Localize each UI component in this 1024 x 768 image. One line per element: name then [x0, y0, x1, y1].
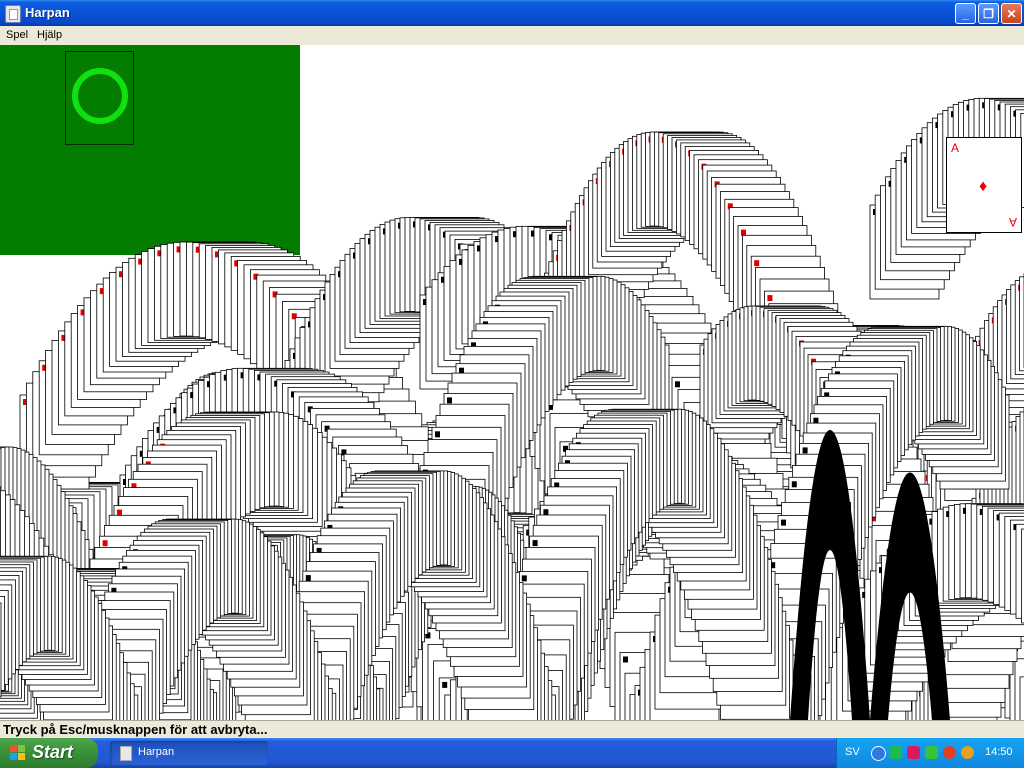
card-suit-mark — [623, 656, 628, 663]
taskbar-item-label: Harpan — [138, 746, 175, 758]
minimize-button[interactable]: _ — [955, 3, 976, 24]
clock: 14:50 — [985, 746, 1013, 758]
close-button[interactable]: ✕ — [1001, 3, 1022, 24]
taskbar: Start Harpan SV 14:50 — [0, 738, 1024, 768]
card-suit-mark — [543, 509, 549, 516]
window-title: Harpan — [25, 5, 70, 20]
card-suit-mark — [741, 229, 746, 236]
ace-of-diamonds-card: A ♦ A — [946, 137, 1022, 233]
tray-arrow-icon[interactable] — [871, 746, 886, 761]
tray-update-icon[interactable] — [961, 746, 974, 759]
start-label: Start — [32, 742, 74, 762]
start-button[interactable]: Start — [0, 738, 98, 768]
status-bar: Tryck på Esc/musknappen för att avbryta.… — [0, 720, 1024, 738]
card-suit-mark — [754, 260, 760, 267]
card-suit-mark — [802, 447, 808, 454]
ace-rank-top: A — [951, 141, 960, 155]
card-suit-mark — [521, 575, 527, 582]
maximize-icon: ❐ — [983, 7, 994, 21]
card-suit-mark — [447, 397, 452, 404]
card-suit-mark — [675, 381, 680, 388]
card-suit-mark — [767, 295, 773, 302]
card-suit-mark — [781, 519, 786, 526]
tray-security-icon[interactable] — [943, 746, 956, 759]
ace-suit-pip: ♦ — [979, 178, 988, 195]
title-bar[interactable]: Harpan _ ❐ ✕ — [0, 0, 1024, 26]
ace-rank-bottom: A — [1008, 215, 1017, 229]
card-suit-mark — [791, 481, 797, 488]
card-trail-card — [1019, 276, 1024, 372]
menu-spel[interactable]: Spel — [6, 29, 28, 41]
card-suit-mark — [102, 540, 108, 547]
card-suit-mark — [435, 431, 440, 438]
bouncing-cards-animation — [0, 97, 1024, 720]
tray-app-icon[interactable] — [889, 746, 902, 759]
card-suit-mark — [532, 540, 538, 547]
card-trail-card — [1019, 411, 1024, 507]
menu-hjalp[interactable]: Hjälp — [37, 29, 62, 41]
app-icon[interactable] — [5, 5, 21, 23]
card-suit-mark — [305, 575, 311, 582]
card-suit-mark — [117, 509, 122, 516]
close-icon: ✕ — [1006, 7, 1017, 21]
tray-app-icon[interactable] — [907, 746, 920, 759]
menu-bar: Spel Hjälp — [0, 26, 1024, 45]
system-tray: SV 14:50 — [836, 738, 1024, 768]
windows-flag-icon — [10, 745, 26, 761]
harpan-app-icon — [120, 746, 132, 761]
game-area[interactable]: A ♦ A — [0, 45, 1024, 720]
taskbar-item-harpan[interactable]: Harpan — [110, 741, 268, 765]
tray-network-icon[interactable] — [925, 746, 938, 759]
language-indicator[interactable]: SV — [845, 746, 860, 758]
card-trail-card — [0, 602, 2, 698]
card-trail-card — [1019, 676, 1024, 720]
maximize-button[interactable]: ❐ — [978, 3, 999, 24]
card-suit-mark — [442, 681, 448, 688]
minimize-icon: _ — [962, 7, 969, 21]
